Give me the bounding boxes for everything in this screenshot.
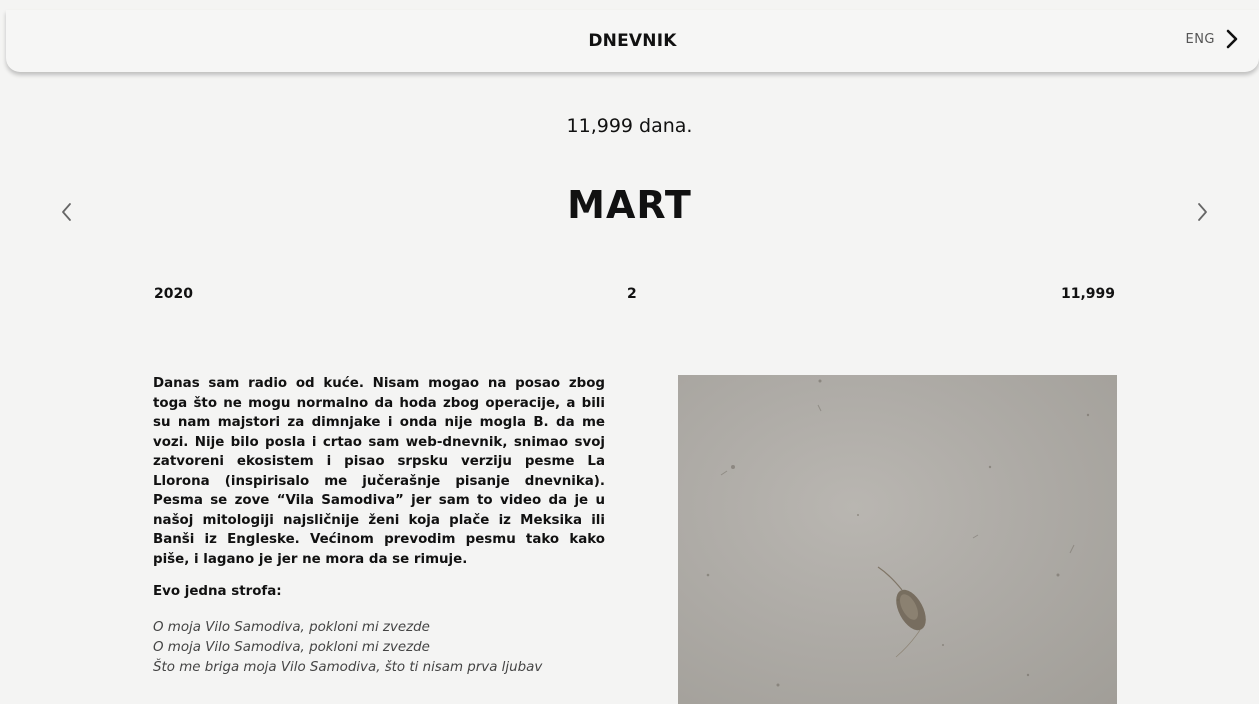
verse-line: Što me briga moja Vilo Samodiva, što ti … [153, 659, 543, 675]
verse-line: O moja Vilo Samodiva, pokloni mi zvezde [153, 619, 430, 635]
strofa-heading: Evo jedna strofa: [153, 584, 282, 599]
ecosystem-photo [678, 375, 1117, 704]
entry-year: 2020 [154, 286, 193, 302]
month-title: MART [567, 183, 692, 227]
language-switch[interactable]: ENG [1185, 29, 1239, 49]
top-bar: DNEVNIK ENG [6, 10, 1259, 72]
language-label[interactable]: ENG [1185, 32, 1215, 47]
creature-figure [877, 566, 926, 658]
verse-line: O moja Vilo Samodiva, pokloni mi zvezde [153, 639, 430, 655]
days-count: 11,999 dana. [566, 115, 693, 137]
entry-text: Danas sam radio od kuće. Nisam mogao na … [153, 374, 605, 678]
photo-image [706, 379, 1090, 687]
entry-day: 2 [627, 286, 637, 302]
verse: O moja Vilo Samodiva, pokloni mi zvezde … [153, 618, 605, 678]
next-month-chevron-right-icon[interactable] [1192, 200, 1212, 224]
chevron-right-icon[interactable] [1225, 29, 1239, 49]
entry-day-number: 11,999 [1060, 286, 1115, 302]
app-title[interactable]: DNEVNIK [6, 31, 1259, 51]
entry-paragraph: Danas sam radio od kuće. Nisam mogao na … [153, 376, 605, 567]
